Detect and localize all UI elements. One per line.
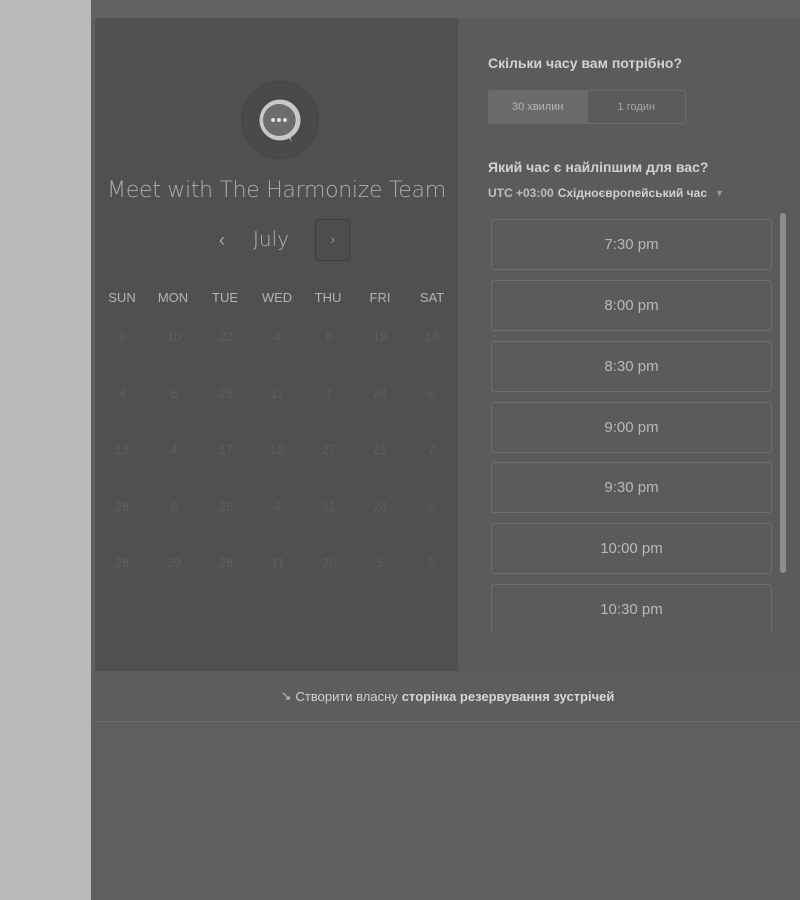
- calendar-day: 4: [170, 442, 178, 457]
- calendar-day: 28: [114, 555, 130, 570]
- footer-bar: ↘ Створити власну сторінка резервування …: [95, 671, 800, 722]
- weekday-label: THU: [314, 290, 342, 305]
- calendar-day: 8: [325, 329, 333, 344]
- calendar-day: 7: [428, 442, 436, 457]
- calendar-day: 6: [428, 499, 436, 514]
- timezone-name: Східноєвропейський час: [557, 186, 707, 200]
- calendar-day: 11: [270, 386, 284, 401]
- duration-1-hour-button[interactable]: 1 годин: [588, 91, 686, 123]
- time-slot-button[interactable]: 8:30 pm: [491, 341, 772, 392]
- footer-text-prefix: Створити власну: [295, 688, 398, 704]
- calendar-day: 4: [118, 386, 126, 401]
- timezone-offset: UTC +03:00: [488, 186, 554, 200]
- calendar-day: 10: [166, 329, 182, 344]
- calendar-day: 28: [114, 499, 130, 514]
- calendar-day: 21: [372, 442, 388, 457]
- calendar-day: 22: [218, 329, 234, 344]
- time-slot-list: 7:30 pm 8:00 pm 8:30 pm 9:00 pm 9:30 pm …: [491, 219, 774, 631]
- calendar-day: 5: [376, 555, 384, 570]
- month-label: July: [253, 227, 289, 251]
- weekday-label: SAT: [419, 290, 445, 305]
- time-slot-button[interactable]: 8:00 pm: [491, 280, 772, 331]
- calendar-day: 24: [372, 386, 388, 401]
- weekday-label: TUE: [212, 290, 238, 305]
- weekday-header: SUN MON TUE WED THU FRI SAT: [95, 290, 458, 308]
- prev-month-button[interactable]: ‹: [212, 227, 232, 255]
- next-month-button[interactable]: ›: [315, 219, 350, 261]
- calendar-day: 17: [218, 442, 234, 457]
- duration-toggle: 30 хвилин 1 годин: [488, 90, 686, 124]
- calendar-day: 28: [218, 386, 234, 401]
- footer-link[interactable]: ↘ Створити власну сторінка резервування …: [95, 671, 800, 721]
- time-slot-button[interactable]: 9:30 pm: [491, 462, 772, 513]
- arrow-icon: ↘: [280, 688, 292, 703]
- time-slot-button[interactable]: 7:30 pm: [491, 219, 772, 270]
- duration-question: Скільки часу вам потрібно?: [488, 55, 683, 71]
- calendar-day: 6: [428, 386, 436, 401]
- duration-30-min-button[interactable]: 30 хвилин: [489, 91, 588, 123]
- calendar-day: 29: [166, 555, 182, 570]
- calendar-day: 19: [372, 329, 388, 344]
- left-margin: [0, 0, 91, 900]
- time-slot-button[interactable]: 10:30 pm: [491, 584, 772, 631]
- calendar-day: 18: [424, 329, 440, 344]
- calendar-day: 9: [118, 329, 126, 344]
- calendar-day: 26: [218, 499, 234, 514]
- footer-link-text[interactable]: сторінка резервування зустрічей: [402, 689, 615, 704]
- calendar-day: 5: [428, 555, 436, 570]
- page: Meet with The Harmonize Team ‹ July › SU…: [0, 0, 800, 900]
- scrollbar-thumb[interactable]: [780, 213, 786, 573]
- weekday-label: MON: [157, 290, 189, 305]
- slot-list-scrollbar[interactable]: [779, 213, 787, 573]
- calendar-day: 8: [170, 499, 178, 514]
- calendar-day: 11: [322, 499, 336, 514]
- calendar-day: 13: [114, 442, 130, 457]
- time-slot-button[interactable]: 9:00 pm: [491, 402, 772, 453]
- month-navigation: ‹ July ›: [95, 219, 458, 263]
- calendar-day: 4: [273, 499, 281, 514]
- weekday-label: SUN: [108, 290, 136, 305]
- weekday-label: FRI: [369, 290, 391, 305]
- calendar-day: 4: [273, 329, 281, 344]
- calendar-day: 27: [321, 442, 337, 457]
- calendar-day: 24: [372, 499, 388, 514]
- calendar-day: 18: [269, 442, 285, 457]
- caret-down-icon: ▼: [715, 188, 724, 198]
- calendar-day: 26: [321, 555, 337, 570]
- time-question: Який час є найліпшим для вас?: [488, 159, 709, 175]
- page-backdrop-top: [91, 0, 800, 18]
- widget-title: Meet with The Harmonize Team: [107, 178, 446, 203]
- calendar-day: 6: [170, 386, 178, 401]
- calendar-day: 31: [269, 555, 285, 570]
- time-slot-button[interactable]: 10:00 pm: [491, 523, 772, 574]
- weekday-label: WED: [261, 290, 293, 305]
- chat-bubble-icon: [241, 81, 319, 159]
- timezone-selector[interactable]: UTC +03:00 Східноєвропейський час ▼: [488, 186, 724, 200]
- calendar-day: 28: [218, 555, 234, 570]
- calendar-day: 7: [325, 386, 333, 401]
